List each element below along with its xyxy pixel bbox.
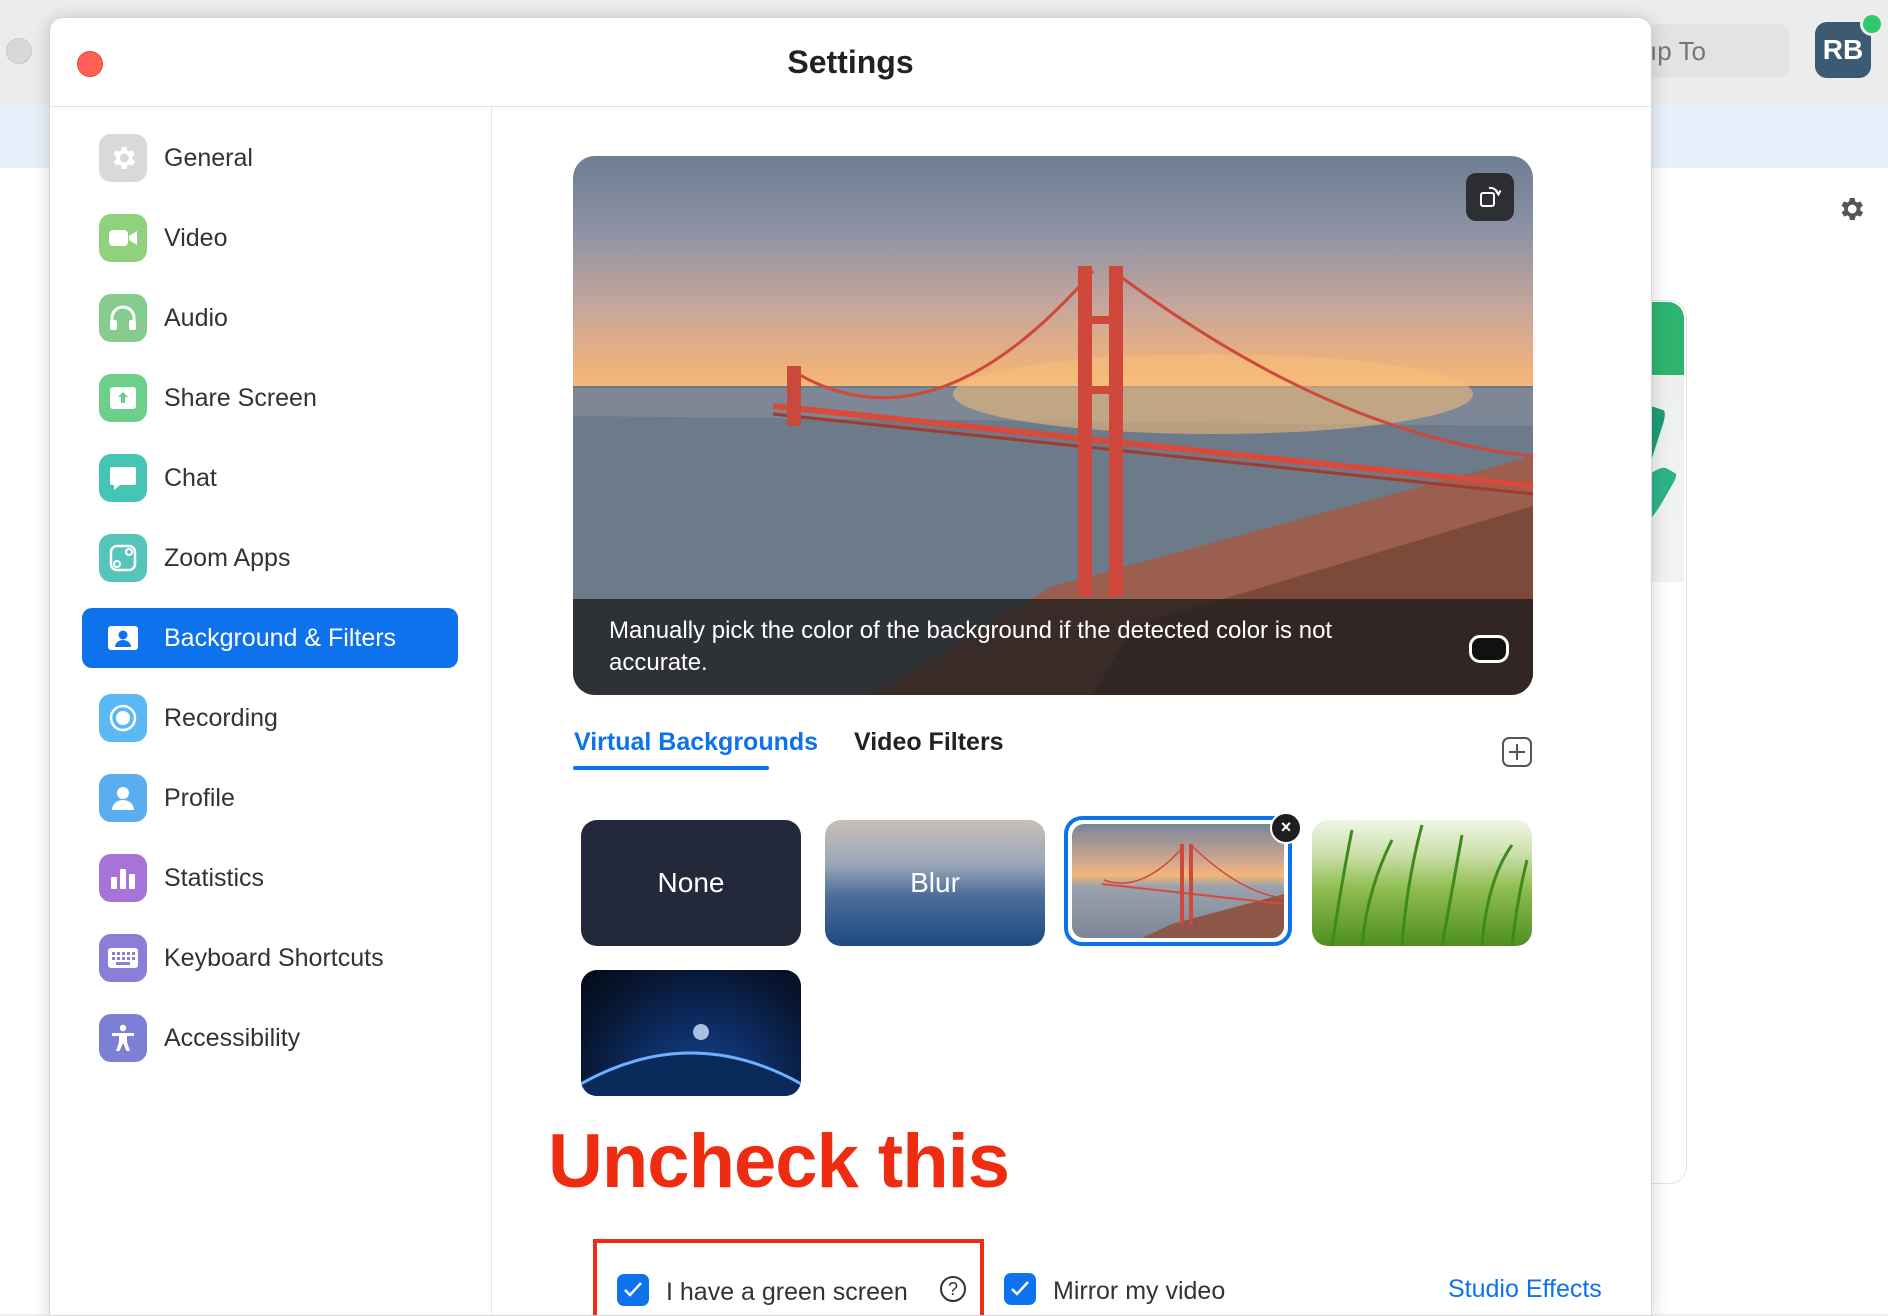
background-grass-thumbnail[interactable] [1312, 820, 1532, 946]
add-background-button[interactable] [1502, 737, 1532, 767]
online-status-badge [1860, 12, 1884, 36]
close-button[interactable] [77, 51, 103, 77]
apps-icon [99, 534, 147, 582]
sidebar-item-label: Background & Filters [164, 624, 397, 652]
sidebar-item-share-screen[interactable]: Share Screen [82, 368, 458, 428]
sidebar-item-chat[interactable]: Chat [82, 448, 458, 508]
accessibility-icon [99, 1014, 147, 1062]
sidebar-item-label: Recording [164, 704, 278, 732]
thumbnail-label: Blur [910, 867, 960, 898]
sidebar-item-label: Keyboard Shortcuts [164, 944, 384, 972]
active-tab-indicator [573, 766, 769, 770]
person-icon [99, 774, 147, 822]
settings-sidebar: General Video Audio Share Screen Chat Zo… [50, 107, 492, 1315]
sidebar-item-background-filters[interactable]: Background & Filters [82, 608, 458, 668]
person-card-icon [99, 614, 147, 662]
sidebar-item-profile[interactable]: Profile [82, 768, 458, 828]
sidebar-item-zoom-apps[interactable]: Zoom Apps [82, 528, 458, 588]
sidebar-item-audio[interactable]: Audio [82, 288, 458, 348]
dialog-title: Settings [787, 44, 914, 80]
sidebar-item-accessibility[interactable]: Accessibility [82, 1008, 458, 1068]
settings-dialog: Settings General Video Audio Share Scree… [49, 17, 1652, 1316]
green-screen-label: I have a green screen [666, 1278, 908, 1306]
sidebar-item-label: Profile [164, 784, 235, 812]
sidebar-item-label: Share Screen [164, 384, 317, 412]
chat-bubble-icon [99, 454, 147, 502]
sidebar-item-label: Chat [164, 464, 217, 492]
help-icon[interactable]: ? [940, 1276, 966, 1302]
sidebar-item-label: Audio [164, 304, 228, 332]
sidebar-item-recording[interactable]: Recording [82, 688, 458, 748]
video-preview: Manually pick the color of the backgroun… [573, 156, 1533, 695]
sidebar-item-video[interactable]: Video [82, 208, 458, 268]
gear-icon [99, 134, 147, 182]
window-control-inactive [6, 38, 32, 64]
tutorial-annotation: Uncheck this [548, 1119, 1010, 1204]
keyboard-icon [99, 934, 147, 982]
color-picker-toggle[interactable] [1469, 635, 1509, 663]
video-camera-icon [99, 214, 147, 262]
background-none-thumbnail[interactable]: None [581, 820, 801, 946]
sidebar-item-general[interactable]: General [82, 128, 458, 188]
background-earth-thumbnail[interactable] [581, 970, 801, 1096]
mirror-video-checkbox[interactable] [1004, 1273, 1036, 1305]
mirror-video-label: Mirror my video [1053, 1277, 1226, 1305]
background-blur-thumbnail[interactable]: Blur [825, 820, 1045, 946]
sidebar-item-statistics[interactable]: Statistics [82, 848, 458, 908]
sidebar-item-label: Accessibility [164, 1024, 301, 1052]
headphones-icon [99, 294, 147, 342]
background-golden-gate-thumbnail[interactable] [1064, 816, 1292, 946]
tab-video-filters[interactable]: Video Filters [854, 728, 1004, 757]
sidebar-item-label: Statistics [164, 864, 265, 892]
sidebar-item-label: Zoom Apps [164, 544, 291, 572]
gear-icon[interactable] [1836, 194, 1866, 224]
tab-virtual-backgrounds[interactable]: Virtual Backgrounds [574, 728, 818, 757]
remove-background-button[interactable]: × [1270, 812, 1302, 844]
sidebar-item-keyboard-shortcuts[interactable]: Keyboard Shortcuts [82, 928, 458, 988]
green-screen-checkbox[interactable] [617, 1274, 649, 1306]
studio-effects-link[interactable]: Studio Effects [1448, 1275, 1602, 1304]
sidebar-item-label: Video [164, 224, 228, 252]
color-pick-caption-bar: Manually pick the color of the backgroun… [573, 599, 1533, 695]
thumbnail-label: None [657, 867, 725, 898]
bar-chart-icon [99, 854, 147, 902]
caption-text: Manually pick the color of the backgroun… [609, 617, 1333, 676]
share-screen-icon [99, 374, 147, 422]
record-icon [99, 694, 147, 742]
dialog-titlebar: Settings [50, 18, 1651, 107]
rotate-icon[interactable] [1466, 173, 1514, 221]
sidebar-item-label: General [164, 144, 253, 172]
